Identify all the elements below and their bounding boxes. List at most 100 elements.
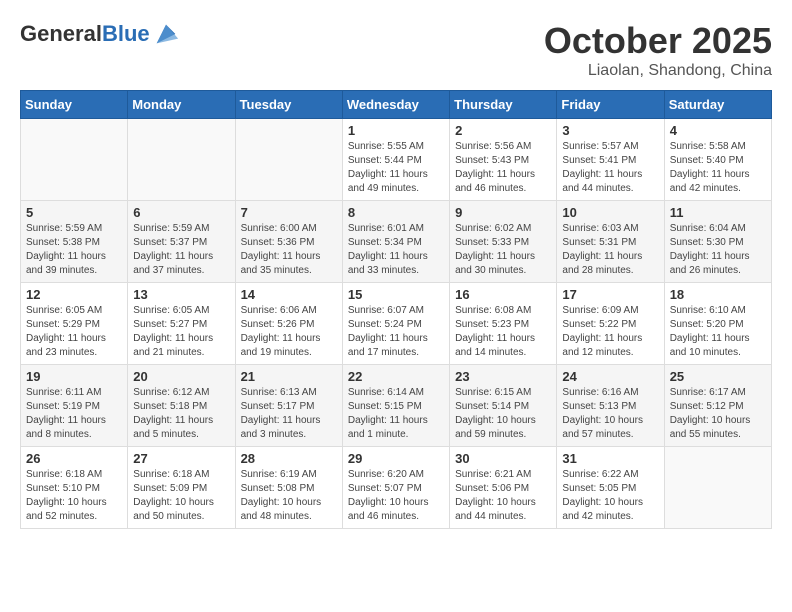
day-info: Sunrise: 6:11 AMSunset: 5:19 PMDaylight:… xyxy=(26,386,122,442)
day-number: 30 xyxy=(455,451,551,466)
calendar-table: SundayMondayTuesdayWednesdayThursdayFrid… xyxy=(20,90,772,529)
calendar-cell: 31 Sunrise: 6:22 AMSunset: 5:05 PMDayligh… xyxy=(557,447,664,529)
calendar-cell: 13Sunrise: 6:05 AMSunset: 5:27 PMDayligh… xyxy=(128,283,235,365)
calendar-cell: 8Sunrise: 6:01 AMSunset: 5:34 PMDaylight… xyxy=(342,201,449,283)
day-number: 5 xyxy=(26,205,122,220)
day-info: Sunrise: 6:00 AMSunset: 5:36 PMDaylight:… xyxy=(241,222,337,278)
calendar-cell: 22 Sunrise: 6:14 AMSunset: 5:15 PMDayligh… xyxy=(342,365,449,447)
calendar-week-row: 12 Sunrise: 6:05 AMSunset: 5:29 PMDayligh… xyxy=(21,283,772,365)
calendar-cell xyxy=(128,119,235,201)
calendar-cell: 4Sunrise: 5:58 AMSunset: 5:40 PMDaylight… xyxy=(664,119,771,201)
day-number: 28 xyxy=(241,451,337,466)
day-info: Sunrise: 6:08 AMSunset: 5:23 PMDaylight:… xyxy=(455,304,551,360)
calendar-cell: 11 Sunrise: 6:04 AMSunset: 5:30 PMDayligh… xyxy=(664,201,771,283)
day-info: Sunrise: 6:22 AMSunset: 5:05 PMDaylight:… xyxy=(562,468,658,524)
day-number: 17 xyxy=(562,287,658,302)
calendar-cell xyxy=(21,119,128,201)
calendar-week-row: 26 Sunrise: 6:18 AMSunset: 5:10 PMDayligh… xyxy=(21,447,772,529)
day-info: Sunrise: 6:06 AMSunset: 5:26 PMDaylight:… xyxy=(241,304,337,360)
day-number: 29 xyxy=(348,451,444,466)
calendar-cell: 12 Sunrise: 6:05 AMSunset: 5:29 PMDayligh… xyxy=(21,283,128,365)
day-info: Sunrise: 6:16 AMSunset: 5:13 PMDaylight:… xyxy=(562,386,658,442)
day-info: Sunrise: 6:14 AMSunset: 5:15 PMDaylight:… xyxy=(348,386,444,442)
calendar-week-row: 1Sunrise: 5:55 AMSunset: 5:44 PMDaylight… xyxy=(21,119,772,201)
day-info: Sunrise: 6:01 AMSunset: 5:34 PMDaylight:… xyxy=(348,222,444,278)
calendar-cell: 30 Sunrise: 6:21 AMSunset: 5:06 PMDayligh… xyxy=(450,447,557,529)
weekday-saturday: Saturday xyxy=(664,91,771,119)
day-number: 12 xyxy=(26,287,122,302)
day-info: Sunrise: 6:21 AMSunset: 5:06 PMDaylight:… xyxy=(455,468,551,524)
day-info: Sunrise: 6:12 AMSunset: 5:18 PMDaylight:… xyxy=(133,386,229,442)
calendar-cell: 25 Sunrise: 6:17 AMSunset: 5:12 PMDayligh… xyxy=(664,365,771,447)
day-number: 22 xyxy=(348,369,444,384)
day-number: 14 xyxy=(241,287,337,302)
calendar-cell: 26 Sunrise: 6:18 AMSunset: 5:10 PMDayligh… xyxy=(21,447,128,529)
calendar-cell: 3 Sunrise: 5:57 AMSunset: 5:41 PMDaylight… xyxy=(557,119,664,201)
day-number: 19 xyxy=(26,369,122,384)
calendar-cell: 29 Sunrise: 6:20 AMSunset: 5:07 PMDayligh… xyxy=(342,447,449,529)
day-info: Sunrise: 5:59 AMSunset: 5:38 PMDaylight:… xyxy=(26,222,122,278)
day-number: 9 xyxy=(455,205,551,220)
day-number: 20 xyxy=(133,369,229,384)
day-info: Sunrise: 6:18 AMSunset: 5:10 PMDaylight:… xyxy=(26,468,122,524)
day-number: 6 xyxy=(133,205,229,220)
title-block: October 2025 Liaolan, Shandong, China xyxy=(544,20,772,80)
day-info: Sunrise: 5:58 AMSunset: 5:40 PMDaylight:… xyxy=(670,140,766,196)
location-title: Liaolan, Shandong, China xyxy=(544,62,772,80)
month-title: October 2025 xyxy=(544,20,772,62)
weekday-thursday: Thursday xyxy=(450,91,557,119)
calendar-cell: 21Sunrise: 6:13 AMSunset: 5:17 PMDayligh… xyxy=(235,365,342,447)
calendar-cell: 23 Sunrise: 6:15 AMSunset: 5:14 PMDayligh… xyxy=(450,365,557,447)
day-info: Sunrise: 6:05 AMSunset: 5:29 PMDaylight:… xyxy=(26,304,122,360)
day-info: Sunrise: 6:02 AMSunset: 5:33 PMDaylight:… xyxy=(455,222,551,278)
day-number: 31 xyxy=(562,451,658,466)
day-number: 7 xyxy=(241,205,337,220)
day-info: Sunrise: 6:15 AMSunset: 5:14 PMDaylight:… xyxy=(455,386,551,442)
calendar-cell: 19 Sunrise: 6:11 AMSunset: 5:19 PMDayligh… xyxy=(21,365,128,447)
day-info: Sunrise: 6:03 AMSunset: 5:31 PMDaylight:… xyxy=(562,222,658,278)
calendar-week-row: 19 Sunrise: 6:11 AMSunset: 5:19 PMDayligh… xyxy=(21,365,772,447)
calendar-cell: 6 Sunrise: 5:59 AMSunset: 5:37 PMDaylight… xyxy=(128,201,235,283)
day-number: 23 xyxy=(455,369,551,384)
calendar-cell: 27 Sunrise: 6:18 AMSunset: 5:09 PMDayligh… xyxy=(128,447,235,529)
day-number: 13 xyxy=(133,287,229,302)
day-info: Sunrise: 6:10 AMSunset: 5:20 PMDaylight:… xyxy=(670,304,766,360)
day-number: 26 xyxy=(26,451,122,466)
calendar-cell: 28 Sunrise: 6:19 AMSunset: 5:08 PMDayligh… xyxy=(235,447,342,529)
day-number: 3 xyxy=(562,123,658,138)
calendar-cell: 17Sunrise: 6:09 AMSunset: 5:22 PMDayligh… xyxy=(557,283,664,365)
day-info: Sunrise: 5:57 AMSunset: 5:41 PMDaylight:… xyxy=(562,140,658,196)
logo-blue: Blue xyxy=(102,21,150,46)
calendar-cell: 20 Sunrise: 6:12 AMSunset: 5:18 PMDayligh… xyxy=(128,365,235,447)
day-info: Sunrise: 6:04 AMSunset: 5:30 PMDaylight:… xyxy=(670,222,766,278)
day-info: Sunrise: 6:19 AMSunset: 5:08 PMDaylight:… xyxy=(241,468,337,524)
day-info: Sunrise: 5:59 AMSunset: 5:37 PMDaylight:… xyxy=(133,222,229,278)
calendar-cell: 18 Sunrise: 6:10 AMSunset: 5:20 PMDayligh… xyxy=(664,283,771,365)
calendar-week-row: 5 Sunrise: 5:59 AMSunset: 5:38 PMDaylight… xyxy=(21,201,772,283)
weekday-friday: Friday xyxy=(557,91,664,119)
calendar-cell: 24 Sunrise: 6:16 AMSunset: 5:13 PMDayligh… xyxy=(557,365,664,447)
logo-general: General xyxy=(20,21,102,46)
day-number: 27 xyxy=(133,451,229,466)
day-number: 18 xyxy=(670,287,766,302)
day-info: Sunrise: 6:17 AMSunset: 5:12 PMDaylight:… xyxy=(670,386,766,442)
calendar-cell: 10Sunrise: 6:03 AMSunset: 5:31 PMDayligh… xyxy=(557,201,664,283)
weekday-tuesday: Tuesday xyxy=(235,91,342,119)
day-number: 2 xyxy=(455,123,551,138)
day-info: Sunrise: 6:07 AMSunset: 5:24 PMDaylight:… xyxy=(348,304,444,360)
day-number: 21 xyxy=(241,369,337,384)
day-number: 16 xyxy=(455,287,551,302)
calendar-cell: 15Sunrise: 6:07 AMSunset: 5:24 PMDayligh… xyxy=(342,283,449,365)
day-info: Sunrise: 6:18 AMSunset: 5:09 PMDaylight:… xyxy=(133,468,229,524)
weekday-monday: Monday xyxy=(128,91,235,119)
calendar-cell xyxy=(235,119,342,201)
day-number: 24 xyxy=(562,369,658,384)
calendar-cell: 7 Sunrise: 6:00 AMSunset: 5:36 PMDaylight… xyxy=(235,201,342,283)
day-number: 25 xyxy=(670,369,766,384)
day-info: Sunrise: 5:55 AMSunset: 5:44 PMDaylight:… xyxy=(348,140,444,196)
day-info: Sunrise: 6:20 AMSunset: 5:07 PMDaylight:… xyxy=(348,468,444,524)
page: GeneralBlue October 2025 Liaolan, Shando… xyxy=(0,0,792,612)
calendar-cell: 5 Sunrise: 5:59 AMSunset: 5:38 PMDaylight… xyxy=(21,201,128,283)
day-number: 11 xyxy=(670,205,766,220)
weekday-header-row: SundayMondayTuesdayWednesdayThursdayFrid… xyxy=(21,91,772,119)
